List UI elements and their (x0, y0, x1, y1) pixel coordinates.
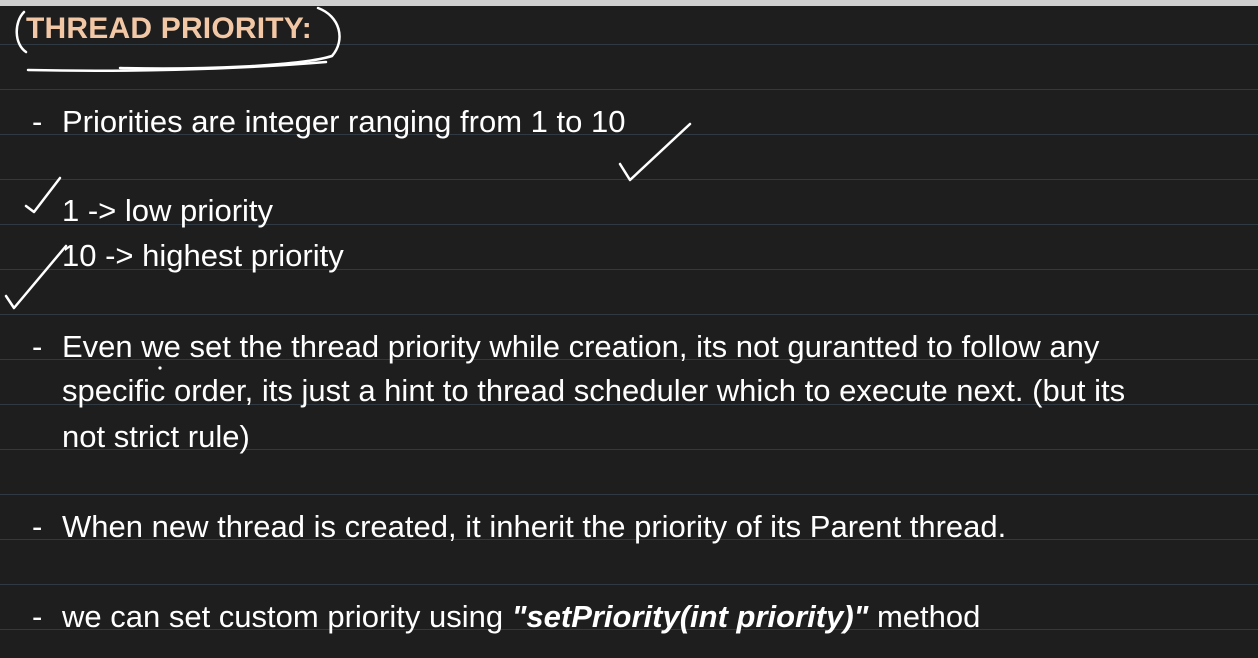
check-mark-icon (24, 176, 62, 214)
title-underline-icon (26, 60, 328, 72)
bullet-set-priority: we can set custom priority using "setPri… (62, 595, 980, 639)
bullet-dash: - (32, 599, 43, 634)
low-priority-line: 1 -> low priority (62, 193, 274, 228)
bullet-inherit: When new thread is created, it inherit t… (62, 509, 1007, 544)
bullet-hint-line-1: Even we set the thread priority while cr… (62, 329, 1100, 364)
window-top-strip (0, 0, 1258, 6)
bullet-hint-line-3: not strict rule) (62, 419, 250, 454)
bullet-dash: - (32, 104, 43, 139)
page-title: THREAD PRIORITY: (26, 12, 312, 45)
set-priority-suffix: method (868, 599, 981, 634)
bullet-dash: - (32, 329, 43, 364)
check-mark-icon (4, 244, 68, 310)
check-mark-icon (618, 122, 692, 182)
set-priority-text: we can set custom priority using (62, 599, 512, 634)
highest-priority-line: 10 -> highest priority (62, 238, 344, 273)
bullet-priority-range: Priorities are integer ranging from 1 to… (62, 104, 626, 139)
note-page: THREAD PRIORITY: - Priorities are intege… (0, 0, 1258, 658)
bullet-dash: - (32, 509, 43, 544)
bullet-hint-line-2: specific order, its just a hint to threa… (62, 373, 1126, 408)
set-priority-code: "setPriority(int priority)" (511, 599, 869, 634)
